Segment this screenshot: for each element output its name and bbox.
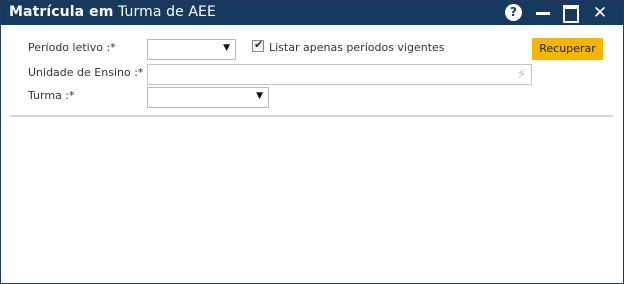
close-icon[interactable]: ✕ [591,4,609,22]
unidade-ensino-input[interactable]: ⚡ [147,64,532,85]
chevron-down-icon: ▼ [223,43,230,53]
lightning-icon[interactable]: ⚡ [517,67,527,82]
listar-vigentes-label: Listar apenas períodos vigentes [269,41,445,54]
maximize-icon[interactable] [562,4,580,23]
title-bar: Matrícula em Turma de AEE ? ✕ [1,1,623,25]
turma-label: Turma :* [28,89,75,102]
help-icon[interactable]: ? [505,4,522,21]
window-title: Matrícula em Turma de AEE [9,4,216,20]
periodo-letivo-select[interactable]: ▼ [147,39,236,60]
divider [10,115,613,117]
turma-select[interactable]: ▼ [147,87,269,108]
listar-vigentes-checkbox[interactable]: ✔ [252,38,264,52]
unidade-ensino-label: Unidade de Ensino :* [28,66,144,79]
dialog-window: Matrícula em Turma de AEE ? ✕ Período le… [0,0,624,284]
chevron-down-icon: ▼ [256,91,263,101]
minimize-icon[interactable] [534,4,552,22]
periodo-letivo-label: Período letivo :* [28,41,116,54]
recuperar-button[interactable]: Recuperar [532,38,603,60]
check-icon: ✔ [254,38,264,51]
